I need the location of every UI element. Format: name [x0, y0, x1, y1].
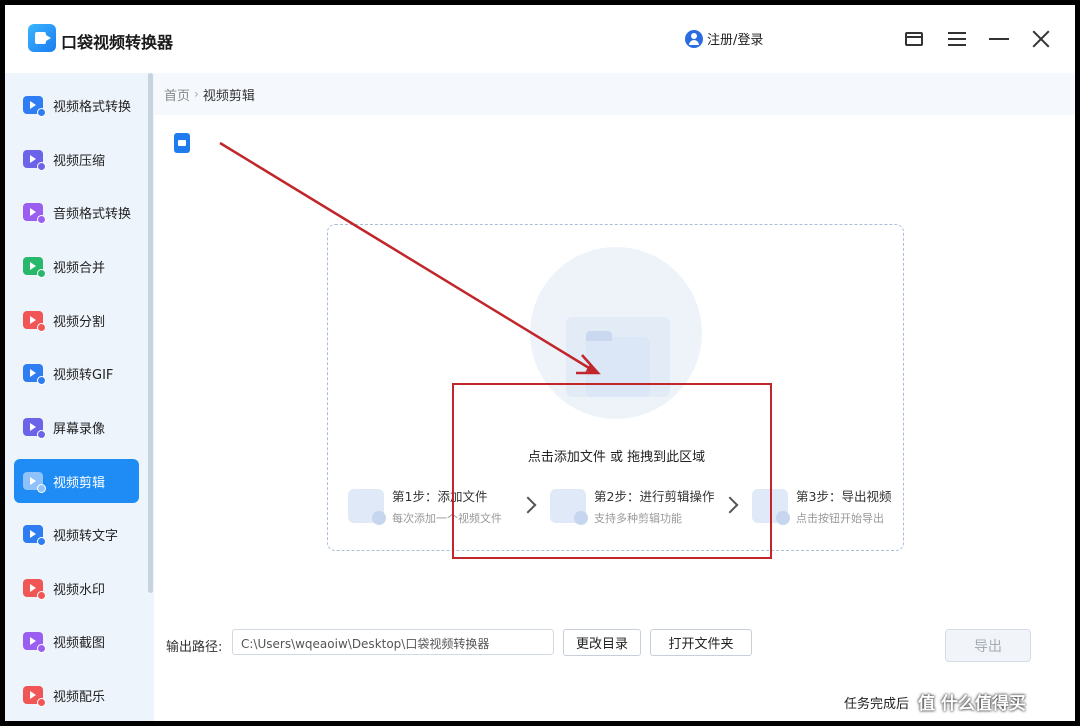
- screen-record-icon: [23, 418, 46, 439]
- sidebar-item-video-watermark[interactable]: 视频水印: [14, 566, 139, 610]
- sidebar-item-label: 音频格式转换: [53, 206, 132, 222]
- video-merge-icon: [23, 257, 46, 278]
- output-path-field[interactable]: C:\Users\wqeaoiw\Desktop\口袋视频转换器: [232, 629, 554, 655]
- sidebar-item-video-edit[interactable]: 视频剪辑: [14, 459, 139, 503]
- minimize-button[interactable]: [987, 27, 1011, 51]
- breadcrumb-separator: ›: [194, 87, 199, 101]
- sidebar-item-video-compress[interactable]: 视频压缩: [14, 137, 139, 181]
- sidebar-item-video-screenshot[interactable]: 视频截图: [14, 619, 139, 663]
- sidebar-item-label: 视频截图: [53, 635, 106, 651]
- minimize-icon: [989, 38, 1009, 40]
- folder-icon: [905, 32, 923, 46]
- add-file-step-icon: [348, 489, 386, 525]
- step-title: 第3步：导出视频: [796, 489, 892, 504]
- close-button[interactable]: [1029, 27, 1053, 51]
- step-subtitle: 点击按钮开始导出: [796, 512, 884, 525]
- sidebar-item-label: 视频合并: [53, 260, 106, 276]
- video-compress-icon: [23, 150, 46, 171]
- menu-button[interactable]: [945, 27, 969, 51]
- breadcrumb-home[interactable]: 首页: [164, 85, 190, 104]
- close-icon: [1031, 29, 1051, 49]
- sidebar-item-label: 视频剪辑: [53, 475, 106, 491]
- sidebar-item-label: 视频格式转换: [53, 99, 132, 115]
- sidebar-item-audio-format[interactable]: 音频格式转换: [14, 190, 139, 234]
- open-folder-button[interactable]: 打开文件夹: [650, 629, 752, 656]
- sidebar-item-label: 视频转GIF: [53, 367, 114, 383]
- sidebar-item-video-split[interactable]: 视频分割: [14, 298, 139, 342]
- sidebar-item-label: 视频转文字: [53, 528, 119, 544]
- video-music-icon: [23, 686, 46, 707]
- sidebar-item-label: 视频水印: [53, 582, 106, 598]
- title-bar: 口袋视频转换器 注册/登录: [5, 5, 1075, 73]
- sidebar-scrollbar[interactable]: [148, 73, 153, 593]
- breadcrumb-current: 视频剪辑: [202, 88, 255, 104]
- video-split-icon: [23, 311, 46, 332]
- folder-button[interactable]: [902, 27, 926, 51]
- sidebar-item-video-format[interactable]: 视频格式转换: [14, 83, 139, 127]
- video-gif-icon: [23, 364, 46, 385]
- sidebar-item-label: 屏幕录像: [53, 421, 106, 437]
- sidebar-item-label: 视频压缩: [53, 153, 106, 169]
- video-edit-icon: [23, 472, 46, 493]
- login-button[interactable]: 注册/登录: [685, 29, 763, 48]
- video-format-icon: [23, 96, 46, 117]
- change-directory-button[interactable]: 更改目录: [563, 629, 641, 656]
- export-button[interactable]: 导出: [945, 629, 1031, 662]
- step-3: 第3步：导出视频 点击按钮开始导出: [752, 489, 891, 533]
- video-file-icon[interactable]: [174, 133, 190, 153]
- app-window: 口袋视频转换器 注册/登录 视频格式转换 视频压缩 音频格式转换 视频合并 视频…: [5, 5, 1075, 721]
- user-icon: [685, 29, 703, 48]
- menu-icon: [948, 32, 966, 46]
- output-path-label: 输出路径:: [166, 640, 223, 655]
- sidebar-item-video-music[interactable]: 视频配乐: [14, 673, 139, 717]
- video-text-icon: [23, 525, 46, 546]
- sidebar-item-video-gif[interactable]: 视频转GIF: [14, 351, 139, 395]
- audio-format-icon: [23, 203, 46, 224]
- app-title: 口袋视频转换器: [61, 33, 174, 52]
- sidebar-item-screen-record[interactable]: 屏幕录像: [14, 405, 139, 449]
- sidebar-item-video-text[interactable]: 视频转文字: [14, 512, 139, 556]
- task-done-label: 任务完成后: [844, 697, 910, 712]
- main-panel: 首页 › 视频剪辑 点击添加文件 或 拖拽到此区域 第1步：添加文件 每次添加一…: [154, 73, 1075, 721]
- sidebar-item-video-merge[interactable]: 视频合并: [14, 244, 139, 288]
- breadcrumb: 首页 › 视频剪辑: [154, 73, 1075, 115]
- video-screenshot-icon: [23, 632, 46, 653]
- watermark-text: 值 什么值得买: [918, 694, 1026, 714]
- sidebar: 视频格式转换 视频压缩 音频格式转换 视频合并 视频分割 视频转GIF 屏幕录像: [5, 73, 154, 721]
- sidebar-item-label: 视频分割: [53, 314, 106, 330]
- video-watermark-icon: [23, 579, 46, 600]
- sidebar-item-label: 视频配乐: [53, 689, 106, 705]
- annotation-highlight-box: [452, 383, 772, 559]
- login-label: 注册/登录: [707, 33, 764, 48]
- app-logo-icon: [28, 24, 56, 52]
